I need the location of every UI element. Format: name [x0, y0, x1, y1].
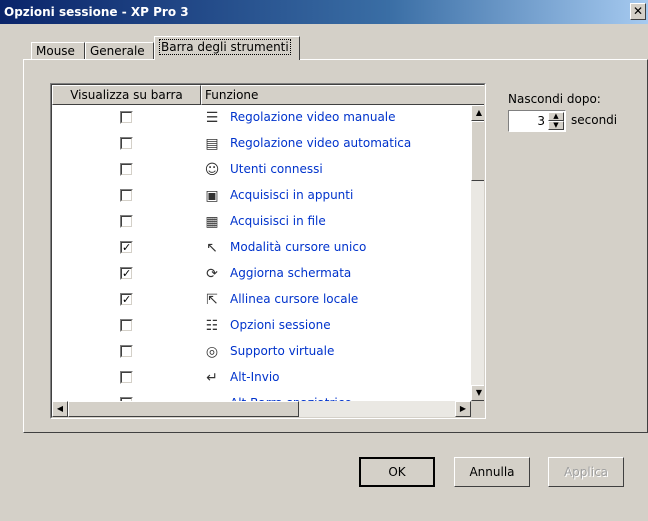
title-bar: Opzioni sessione - XP Pro 3 ✕: [0, 0, 648, 24]
scroll-up-icon[interactable]: ▲: [471, 105, 484, 121]
function-label[interactable]: Alt-Invio: [230, 370, 280, 384]
tab-mouse-label: Mouse: [36, 44, 75, 58]
hide-after-value[interactable]: 3: [537, 114, 545, 128]
hide-after-unit: secondi: [571, 113, 618, 127]
function-label[interactable]: Modalità cursore unico: [230, 240, 366, 254]
session-options-icon: ☷: [205, 318, 219, 334]
list-item[interactable]: ☰ Regolazione video manuale: [52, 105, 472, 131]
apply-button[interactable]: Applica: [548, 457, 624, 487]
checkbox[interactable]: [120, 319, 133, 332]
checkbox-checked[interactable]: ✓: [120, 267, 133, 280]
tab-generale-label: Generale: [90, 44, 145, 58]
function-label[interactable]: Allinea cursore locale: [230, 292, 358, 306]
checkbox[interactable]: [120, 137, 133, 150]
auto-video-adjust-icon: ▤: [205, 136, 219, 152]
list-item[interactable]: ▤ Regolazione video automatica: [52, 131, 472, 157]
checkbox[interactable]: [120, 111, 133, 124]
single-cursor-icon: ↖: [206, 240, 218, 256]
window-title: Opzioni sessione - XP Pro 3: [4, 5, 189, 19]
connected-users-icon: ☺: [204, 162, 220, 178]
checkbox[interactable]: [120, 345, 133, 358]
capture-clipboard-icon: ▣: [205, 188, 219, 204]
function-label[interactable]: Supporto virtuale: [230, 344, 334, 358]
function-label[interactable]: Regolazione video manuale: [230, 110, 396, 124]
spin-up-icon[interactable]: ▲: [548, 112, 564, 121]
list-item[interactable]: ✓ ↖ Modalità cursore unico: [52, 235, 472, 261]
function-label[interactable]: Opzioni sessione: [230, 318, 331, 332]
list-item[interactable]: ↵ Alt-Invio: [52, 365, 472, 391]
scrollbar-corner: [471, 401, 484, 417]
tab-mouse[interactable]: Mouse: [31, 42, 85, 59]
tab-barra-strumenti-label: Barra degli strumenti: [159, 39, 291, 55]
list-item[interactable]: ◎ Supporto virtuale: [52, 339, 472, 365]
function-list[interactable]: Visualizza su barra Funzione ☰ Regolazion…: [50, 83, 486, 419]
refresh-screen-icon: ⟳: [206, 266, 218, 282]
checkbox-checked[interactable]: ✓: [120, 293, 133, 306]
alt-enter-icon: ↵: [206, 370, 218, 386]
scroll-right-icon[interactable]: ▶: [455, 401, 471, 417]
list-item[interactable]: ✓ ⟳ Aggiorna schermata: [52, 261, 472, 287]
column-header-show[interactable]: Visualizza su barra: [52, 85, 201, 105]
horizontal-scroll-thumb[interactable]: [68, 401, 299, 417]
function-label[interactable]: Acquisisci in file: [230, 214, 326, 228]
capture-file-icon: ▦: [205, 214, 219, 230]
checkbox[interactable]: [120, 215, 133, 228]
function-label[interactable]: Acquisisci in appunti: [230, 188, 353, 202]
function-label[interactable]: Aggiorna schermata: [230, 266, 351, 280]
vertical-scrollbar[interactable]: ▲ ▼: [471, 105, 484, 401]
list-item[interactable]: ☷ Opzioni sessione: [52, 313, 472, 339]
scroll-down-icon[interactable]: ▼: [471, 385, 484, 401]
ok-button[interactable]: OK: [359, 457, 435, 487]
align-cursor-icon: ⇱: [206, 292, 218, 308]
hide-after-spinner[interactable]: 3 ▲ ▼: [508, 110, 566, 132]
function-label[interactable]: Regolazione video automatica: [230, 136, 411, 150]
tab-generale[interactable]: Generale: [85, 42, 154, 59]
column-header-function[interactable]: Funzione: [201, 85, 484, 105]
scroll-left-icon[interactable]: ◀: [52, 401, 68, 417]
cancel-button[interactable]: Annulla: [454, 457, 530, 487]
checkbox-checked[interactable]: ✓: [120, 241, 133, 254]
list-item[interactable]: ▦ Acquisisci in file: [52, 209, 472, 235]
hide-after-label: Nascondi dopo:: [508, 92, 601, 106]
virtual-media-icon: ◎: [205, 344, 219, 360]
spin-down-icon[interactable]: ▼: [548, 121, 564, 130]
checkbox[interactable]: [120, 163, 133, 176]
list-item[interactable]: ☺ Utenti connessi: [52, 157, 472, 183]
manual-video-adjust-icon: ☰: [205, 110, 219, 126]
vertical-scroll-thumb[interactable]: [471, 121, 484, 181]
list-item[interactable]: ▣ Acquisisci in appunti: [52, 183, 472, 209]
tab-barra-strumenti[interactable]: Barra degli strumenti: [154, 36, 300, 60]
checkbox[interactable]: [120, 371, 133, 384]
function-label[interactable]: Utenti connessi: [230, 162, 323, 176]
close-icon[interactable]: ✕: [630, 3, 646, 20]
list-item[interactable]: ✓ ⇱ Allinea cursore locale: [52, 287, 472, 313]
checkbox[interactable]: [120, 189, 133, 202]
horizontal-scrollbar[interactable]: ◀ ▶: [52, 401, 471, 417]
